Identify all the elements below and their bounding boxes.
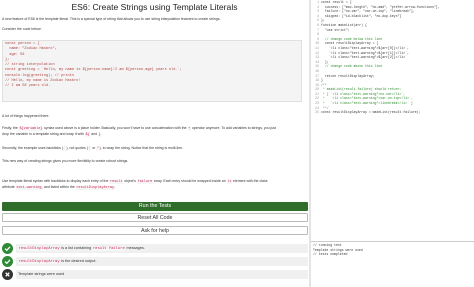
editor-line-code: skipped: ["id-blacklist", "no-dup-keys"]	[321, 13, 402, 18]
editor-line-code: const resultDisplayArray = makeList(resu…	[321, 110, 421, 115]
output-console: // running test Template strings were use…	[311, 241, 474, 287]
editor-panel: 1 const result = {2 success: ["max-length…	[311, 0, 474, 287]
cross-icon	[2, 269, 13, 280]
flexibility-paragraph: This new way of creating strings gives y…	[2, 159, 129, 163]
test-result-item: Template strings were used	[2, 269, 308, 280]
secondly-paragraph: Secondly, the example uses backticks (`)…	[2, 146, 184, 151]
test-description: resultDisplayArray is the desired output…	[16, 257, 308, 266]
line-number: 25	[315, 110, 319, 115]
check-icon	[2, 243, 13, 254]
page-title: ES6: Create Strings using Template Liter…	[71, 2, 238, 12]
instruction-text-cont: attribute text-warning, and listed withi…	[2, 185, 116, 190]
test-description: resultDisplayArray is a list containing …	[16, 244, 308, 253]
editor-line-code: `<li class="text-warning">${arr[2]}</li>…	[321, 55, 408, 60]
test-description: Template strings were used	[16, 270, 308, 279]
run-tests-button[interactable]: Run the Tests	[2, 202, 308, 211]
example-code-block: const person = { name: "Zodiac Hasbro", …	[2, 40, 302, 102]
lot-happened-text: A lot of things happened there.	[2, 114, 50, 118]
consider-text: Consider the code below:	[2, 27, 42, 31]
editor-line-code: * `<li class="text-warning">linebreak</l…	[321, 101, 413, 106]
check-icon	[2, 256, 13, 267]
intro-text: A new feature of ES6 is the template lit…	[2, 17, 221, 21]
challenge-description-panel: ES6: Create Strings using Template Liter…	[0, 0, 309, 287]
ask-for-help-button[interactable]: Ask for help	[2, 226, 308, 235]
test-result-item: resultDisplayArray is a list containing …	[2, 243, 308, 254]
editor-line-code: // change code above this line	[321, 64, 383, 69]
editor-line-code: "use strict";	[321, 27, 350, 32]
code-line: // I am 56 years old.	[5, 84, 51, 89]
console-line: // tests completed	[313, 252, 348, 257]
firstly-paragraph-cont: drop the variable in a template string a…	[2, 132, 103, 137]
test-result-item: resultDisplayArray is the desired output…	[2, 256, 308, 267]
editor-line-code: return resultDisplayArray;	[321, 73, 375, 78]
reset-code-button[interactable]: Reset All Code	[2, 213, 308, 222]
code-editor[interactable]: 1 const result = {2 success: ["max-length…	[311, 0, 474, 232]
editor-line[interactable]: 25 const resultDisplayArray = makeList(re…	[311, 110, 474, 115]
